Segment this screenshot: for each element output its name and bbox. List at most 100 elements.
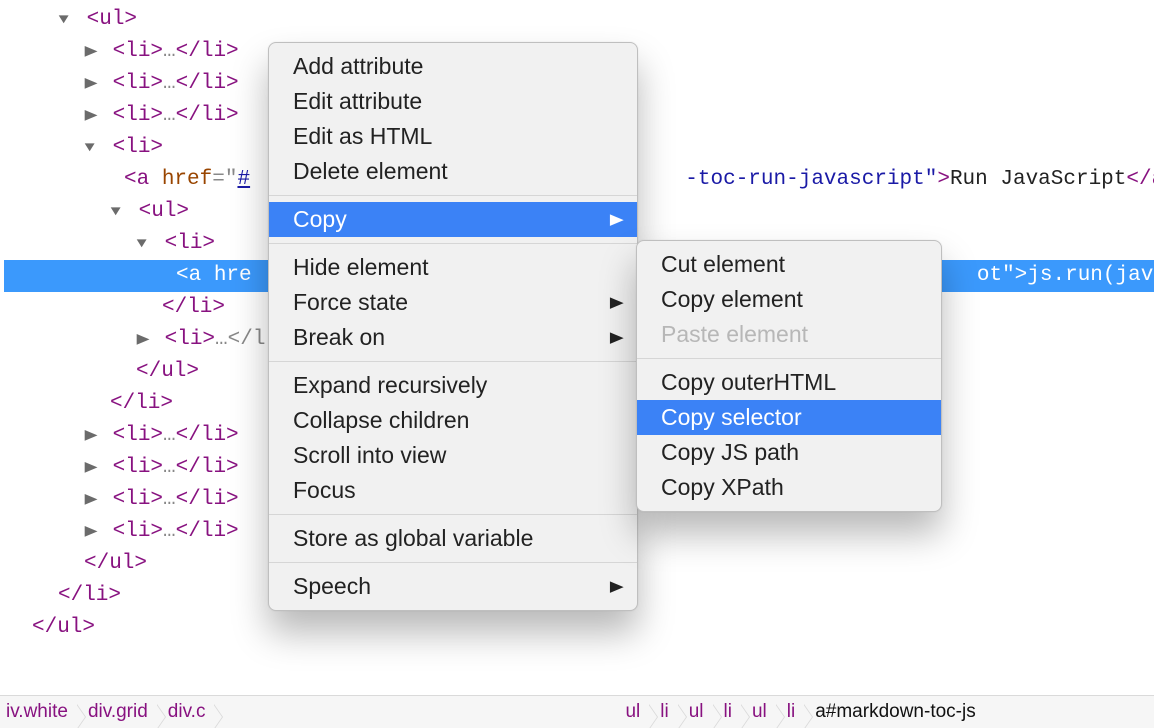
tag-li-close[interactable]: </li> — [162, 296, 225, 319]
crumb[interactable]: li — [718, 701, 746, 723]
crumb[interactable]: div.grid — [82, 701, 162, 723]
menu-cut-element[interactable]: Cut element — [637, 247, 941, 282]
tag-li-close: </li> — [176, 424, 239, 447]
ellipsis: … — [215, 328, 228, 351]
menu-separator — [269, 562, 637, 563]
tag-ul-close[interactable]: </ul> — [32, 616, 95, 639]
tag-li-close: </li> — [176, 104, 239, 127]
menu-copy-xpath[interactable]: Copy XPath — [637, 470, 941, 505]
menu-copy[interactable]: Copy▶ — [269, 202, 637, 237]
tag-li-open[interactable]: <li> — [113, 136, 163, 159]
menu-break-on[interactable]: Break on▶ — [269, 320, 637, 355]
menu-separator — [269, 195, 637, 196]
expand-toggle-icon[interactable] — [59, 4, 76, 36]
tag-li-close: </li> — [176, 456, 239, 479]
tag-li[interactable]: <li> — [113, 456, 163, 479]
crumb[interactable]: iv.white — [0, 701, 82, 723]
menu-copy-js-path[interactable]: Copy JS path — [637, 435, 941, 470]
expand-toggle-icon[interactable] — [111, 196, 128, 228]
tag-li-close[interactable]: </li> — [58, 584, 121, 607]
context-menu: Add attribute Edit attribute Edit as HTM… — [268, 42, 638, 611]
tag-li-open[interactable]: <li> — [165, 232, 215, 255]
tag-li-close: </li> — [176, 40, 239, 63]
tag-li[interactable]: <li> — [113, 424, 163, 447]
tag-li[interactable]: <li> — [113, 104, 163, 127]
menu-separator — [637, 358, 941, 359]
tag-a-close: </a> — [1126, 168, 1154, 191]
tag-a[interactable]: <a — [124, 168, 149, 191]
submenu-arrow-icon: ▶ — [610, 328, 624, 346]
menu-add-attribute[interactable]: Add attribute — [269, 49, 637, 84]
crumb[interactable]: ul — [746, 701, 781, 723]
tag-li[interactable]: <li> — [165, 328, 215, 351]
href-value[interactable]: # — [237, 168, 250, 191]
tag-ul-open[interactable]: <ul> — [139, 200, 189, 223]
crumb[interactable]: li — [654, 701, 682, 723]
tag-ul-close[interactable]: </ul> — [136, 360, 199, 383]
menu-copy-selector[interactable]: Copy selector — [637, 400, 941, 435]
tag-li[interactable]: <li> — [113, 520, 163, 543]
ellipsis: … — [163, 72, 176, 95]
submenu-arrow-icon: ▶ — [610, 293, 624, 311]
attr-href: hre — [214, 264, 252, 287]
expand-toggle-icon[interactable] — [85, 68, 102, 100]
menu-hide-element[interactable]: Hide element — [269, 250, 637, 285]
menu-delete-element[interactable]: Delete element — [269, 154, 637, 189]
menu-copy-element[interactable]: Copy element — [637, 282, 941, 317]
menu-separator — [269, 243, 637, 244]
close-angle: > — [937, 168, 950, 191]
ellipsis: … — [163, 488, 176, 511]
crumb-selected[interactable]: a#markdown-toc-js — [809, 701, 990, 723]
submenu-arrow-icon: ▶ — [610, 577, 624, 595]
expand-toggle-icon[interactable] — [85, 100, 102, 132]
menu-store-as-global[interactable]: Store as global variable — [269, 521, 637, 556]
ellipsis: … — [163, 520, 176, 543]
crumb[interactable]: li — [781, 701, 809, 723]
expand-toggle-icon[interactable] — [85, 484, 102, 516]
ellipsis: … — [163, 456, 176, 479]
expand-toggle-icon[interactable] — [137, 324, 154, 356]
crumb[interactable]: ul — [619, 701, 654, 723]
menu-speech[interactable]: Speech▶ — [269, 569, 637, 604]
href-value-tail: -toc-run-javascript" — [685, 168, 937, 191]
tag-li-close: </li> — [176, 488, 239, 511]
menu-edit-as-html[interactable]: Edit as HTML — [269, 119, 637, 154]
submenu-arrow-icon: ▶ — [610, 210, 624, 228]
ellipsis: … — [163, 424, 176, 447]
breadcrumb[interactable]: iv.white div.grid div.c ul li ul li ul l… — [0, 695, 1154, 728]
menu-scroll-into-view[interactable]: Scroll into view — [269, 438, 637, 473]
tag-li-close[interactable]: </li> — [110, 392, 173, 415]
expand-toggle-icon[interactable] — [85, 36, 102, 68]
expand-toggle-icon[interactable] — [137, 228, 154, 260]
tag-li[interactable]: <li> — [113, 40, 163, 63]
close-angle: > — [1015, 264, 1028, 287]
ellipsis: … — [163, 104, 176, 127]
menu-copy-outerhtml[interactable]: Copy outerHTML — [637, 365, 941, 400]
tag-li[interactable]: <li> — [113, 72, 163, 95]
menu-separator — [269, 514, 637, 515]
tag-a: <a — [176, 264, 201, 287]
href-value-tail: ot" — [977, 264, 1015, 287]
menu-collapse-children[interactable]: Collapse children — [269, 403, 637, 438]
menu-force-state[interactable]: Force state▶ — [269, 285, 637, 320]
expand-toggle-icon[interactable] — [85, 132, 102, 164]
eq-quote: =" — [212, 168, 237, 191]
crumb[interactable]: div.c — [162, 701, 220, 723]
crumb[interactable]: ul — [683, 701, 718, 723]
menu-focus[interactable]: Focus — [269, 473, 637, 508]
ellipsis: … — [163, 40, 176, 63]
tag-li-close: </li> — [176, 72, 239, 95]
tag-li-close: </li> — [176, 520, 239, 543]
menu-expand-recursively[interactable]: Expand recursively — [269, 368, 637, 403]
anchor-text: Run JavaScript — [950, 168, 1126, 191]
menu-paste-element: Paste element — [637, 317, 941, 352]
menu-edit-attribute[interactable]: Edit attribute — [269, 84, 637, 119]
tag-li[interactable]: <li> — [113, 488, 163, 511]
menu-separator — [269, 361, 637, 362]
tag-ul-open[interactable]: <ul> — [87, 8, 137, 31]
expand-toggle-icon[interactable] — [85, 420, 102, 452]
expand-toggle-icon[interactable] — [85, 516, 102, 548]
expand-toggle-icon[interactable] — [85, 452, 102, 484]
tag-ul-close[interactable]: </ul> — [84, 552, 147, 575]
context-submenu-copy: Cut element Copy element Paste element C… — [636, 240, 942, 512]
